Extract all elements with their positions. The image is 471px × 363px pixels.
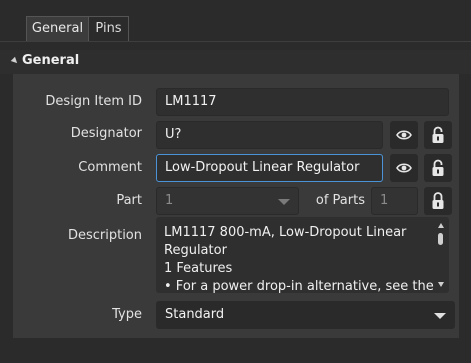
tab-strip: General Pins (0, 0, 471, 42)
panel-scrollbar[interactable] (459, 74, 471, 338)
lock-icon (432, 192, 444, 209)
comment-label: Comment (78, 160, 142, 175)
tab-general[interactable]: General (26, 16, 89, 42)
designator-field[interactable]: U? (156, 121, 383, 149)
lock-icon (432, 126, 444, 143)
design-item-id-label: Design Item ID (45, 94, 142, 109)
tab-pins[interactable]: Pins (89, 16, 129, 42)
description-textarea[interactable]: LM1117 800-mA, Low-Dropout Linear Regula… (156, 217, 449, 293)
eye-icon (396, 130, 412, 140)
section-title: General (22, 53, 80, 68)
part-select[interactable]: 1 (156, 187, 299, 215)
part-label: Part (116, 193, 142, 208)
of-parts-label: of Parts (315, 193, 365, 208)
general-section-header[interactable]: General (0, 50, 471, 74)
comment-visibility-button[interactable] (390, 154, 418, 182)
description-line: LM1117 800-mA, Low-Dropout Linear (164, 225, 407, 240)
designator-label: Designator (70, 126, 142, 141)
scroll-up-icon[interactable] (438, 223, 444, 228)
eye-icon (396, 163, 412, 173)
description-label: Description (67, 228, 142, 243)
type-label: Type (112, 307, 142, 322)
description-line: 1 Features (164, 261, 233, 276)
description-line: • For a power drop-in alternative, see t… (164, 279, 434, 293)
designator-lock-button[interactable] (424, 121, 452, 149)
lock-icon (432, 159, 444, 176)
chevron-down-icon (278, 199, 290, 205)
tab-divider (0, 41, 471, 42)
scroll-down-icon[interactable] (438, 282, 444, 287)
description-line: Regulator (164, 243, 227, 258)
collapse-arrow-icon[interactable] (10, 56, 20, 66)
design-item-id-field[interactable]: LM1117 (156, 88, 449, 116)
type-select[interactable]: Standard (156, 301, 455, 329)
part-value: 1 (165, 193, 174, 208)
designator-visibility-button[interactable] (390, 121, 418, 149)
comment-lock-button[interactable] (424, 154, 452, 182)
description-scrollbar[interactable] (437, 223, 445, 287)
part-lock-button[interactable] (424, 187, 452, 215)
comment-field[interactable]: Low-Dropout Linear Regulator (156, 154, 383, 182)
chevron-down-icon (434, 313, 446, 319)
of-parts-field: 1 (371, 187, 418, 215)
scroll-thumb[interactable] (438, 233, 443, 245)
type-value: Standard (165, 307, 225, 322)
